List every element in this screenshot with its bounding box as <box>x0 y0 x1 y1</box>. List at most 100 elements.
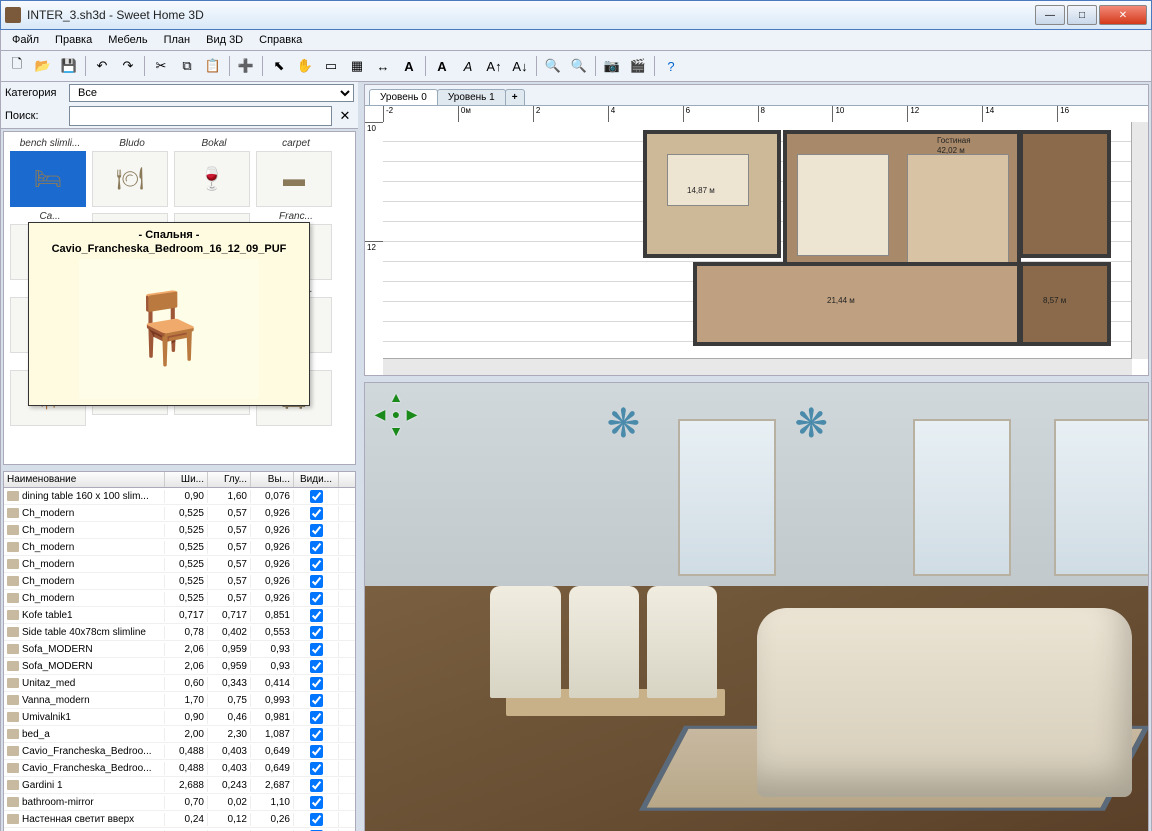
plan-scrollbar-v[interactable] <box>1131 122 1148 359</box>
wall-icon[interactable]: ▭ <box>319 54 343 78</box>
col-depth[interactable]: Глу... <box>208 472 251 487</box>
text-italic-icon[interactable]: A <box>456 54 480 78</box>
cut-icon[interactable]: ✂ <box>149 54 173 78</box>
visible-checkbox[interactable] <box>310 626 323 639</box>
zoom-in-icon[interactable]: 🔍 <box>567 54 591 78</box>
visible-checkbox[interactable] <box>310 728 323 741</box>
category-select[interactable]: Все <box>69 84 354 102</box>
menu-help[interactable]: Справка <box>252 32 309 48</box>
table-row[interactable]: Umivalnik10,900,460,981 <box>4 709 355 726</box>
3d-nav-control[interactable]: ▲ ◀ ● ▶ ▼ <box>371 389 421 439</box>
nav-up-icon[interactable]: ▲ <box>389 389 403 405</box>
tab-level0[interactable]: Уровень 0 <box>369 89 438 105</box>
col-visible[interactable]: Види... <box>294 472 339 487</box>
menu-furniture[interactable]: Мебель <box>101 32 154 48</box>
visible-checkbox[interactable] <box>310 541 323 554</box>
catalog-item[interactable]: carpet▬ <box>256 138 336 207</box>
catalog-item[interactable]: Bludo🍽 <box>92 138 172 207</box>
visible-checkbox[interactable] <box>310 813 323 826</box>
room[interactable]: 14,87 м <box>643 130 781 258</box>
table-row[interactable]: Kofe table10,7170,7170,851 <box>4 607 355 624</box>
visible-checkbox[interactable] <box>310 660 323 673</box>
table-row[interactable]: Vanna_modern1,700,750,993 <box>4 692 355 709</box>
visible-checkbox[interactable] <box>310 745 323 758</box>
table-row[interactable]: bed_a2,002,301,087 <box>4 726 355 743</box>
zoom-out-icon[interactable]: 🔍 <box>541 54 565 78</box>
visible-checkbox[interactable] <box>310 796 323 809</box>
table-row[interactable]: bathroom-mirror0,700,021,10 <box>4 794 355 811</box>
col-width[interactable]: Ши... <box>165 472 208 487</box>
text-bold-icon[interactable]: A <box>430 54 454 78</box>
open-icon[interactable]: 📂 <box>31 54 55 78</box>
new-icon[interactable]: 🗋 <box>5 54 29 78</box>
paste-icon[interactable]: 📋 <box>201 54 225 78</box>
minimize-button[interactable]: — <box>1035 5 1065 25</box>
catalog-item[interactable]: bench slimli...🛏 <box>10 138 90 207</box>
visible-checkbox[interactable] <box>310 490 323 503</box>
visible-checkbox[interactable] <box>310 762 323 775</box>
table-row[interactable]: Sofa_MODERN2,060,9590,93 <box>4 641 355 658</box>
search-input[interactable] <box>69 106 332 126</box>
nav-right-icon[interactable]: ▶ <box>404 406 420 422</box>
furniture-catalog[interactable]: bench slimli...🛏 Bludo🍽 Bokal🍷 carpet▬ C… <box>3 131 356 465</box>
dimension-icon[interactable]: ↔ <box>371 54 395 78</box>
save-icon[interactable]: 💾 <box>57 54 81 78</box>
visible-checkbox[interactable] <box>310 558 323 571</box>
redo-icon[interactable]: ↷ <box>116 54 140 78</box>
menu-file[interactable]: Файл <box>5 32 46 48</box>
catalog-item[interactable]: Bokal🍷 <box>174 138 254 207</box>
table-row[interactable]: Ch_modern0,5250,570,926 <box>4 556 355 573</box>
photo-icon[interactable]: 📷 <box>600 54 624 78</box>
visible-checkbox[interactable] <box>310 643 323 656</box>
nav-down-icon[interactable]: ▼ <box>389 423 403 439</box>
plan-canvas[interactable]: 14,87 м Гостиная 42,02 м 21,44 м 8,57 м <box>383 122 1132 359</box>
table-row[interactable]: Ch_modern0,5250,570,926 <box>4 590 355 607</box>
visible-checkbox[interactable] <box>310 779 323 792</box>
table-row[interactable]: Настенная светит вверх0,240,120,26 <box>4 811 355 828</box>
menu-edit[interactable]: Правка <box>48 32 99 48</box>
room[interactable] <box>1019 130 1111 258</box>
search-clear-icon[interactable]: ✕ <box>336 107 354 125</box>
visible-checkbox[interactable] <box>310 507 323 520</box>
plan-scrollbar-h[interactable] <box>383 358 1132 375</box>
visible-checkbox[interactable] <box>310 677 323 690</box>
room[interactable]: 21,44 м <box>693 262 1021 346</box>
help-icon[interactable]: ? <box>659 54 683 78</box>
room[interactable]: 8,57 м <box>1019 262 1111 346</box>
tab-add-level[interactable]: + <box>505 89 525 105</box>
copy-icon[interactable]: ⧉ <box>175 54 199 78</box>
undo-icon[interactable]: ↶ <box>90 54 114 78</box>
menu-view3d[interactable]: Вид 3D <box>199 32 250 48</box>
visible-checkbox[interactable] <box>310 694 323 707</box>
nav-center-icon[interactable]: ● <box>388 406 404 422</box>
visible-checkbox[interactable] <box>310 711 323 724</box>
select-icon[interactable]: ⬉ <box>267 54 291 78</box>
table-row[interactable]: Ch_modern0,5250,570,926 <box>4 539 355 556</box>
table-row[interactable]: Gardini 12,6880,2432,687 <box>4 777 355 794</box>
table-row[interactable]: Ch_modern0,5250,570,926 <box>4 505 355 522</box>
pan-icon[interactable]: ✋ <box>293 54 317 78</box>
visible-checkbox[interactable] <box>310 575 323 588</box>
visible-checkbox[interactable] <box>310 609 323 622</box>
room-icon[interactable]: ▦ <box>345 54 369 78</box>
table-row[interactable]: Ch_modern0,5250,570,926 <box>4 573 355 590</box>
col-height[interactable]: Вы... <box>251 472 294 487</box>
table-row[interactable]: Ch_modern0,5250,570,926 <box>4 522 355 539</box>
nav-left-icon[interactable]: ◀ <box>372 406 388 422</box>
add-furniture-icon[interactable]: ➕ <box>234 54 258 78</box>
visible-checkbox[interactable] <box>310 592 323 605</box>
table-row[interactable]: Cavio_Francheska_Bedroo...0,4880,4030,64… <box>4 743 355 760</box>
col-name[interactable]: Наименование <box>4 472 165 487</box>
video-icon[interactable]: 🎬 <box>626 54 650 78</box>
visible-checkbox[interactable] <box>310 524 323 537</box>
table-row[interactable]: Side table 40x78cm slimline0,780,4020,55… <box>4 624 355 641</box>
close-button[interactable]: ✕ <box>1099 5 1147 25</box>
tab-level1[interactable]: Уровень 1 <box>437 89 506 105</box>
font-decrease-icon[interactable]: A↓ <box>508 54 532 78</box>
maximize-button[interactable]: □ <box>1067 5 1097 25</box>
table-row[interactable]: Unitaz_med0,600,3430,414 <box>4 675 355 692</box>
table-row[interactable]: Sofa_MODERN2,060,9590,93 <box>4 658 355 675</box>
table-row[interactable]: Cavio_Francheska_Bedroo...0,4880,4030,64… <box>4 760 355 777</box>
3d-view[interactable]: ❋ ❋ ▲ ◀ ● ▶ ▼ <box>364 382 1149 831</box>
menu-plan[interactable]: План <box>157 32 198 48</box>
